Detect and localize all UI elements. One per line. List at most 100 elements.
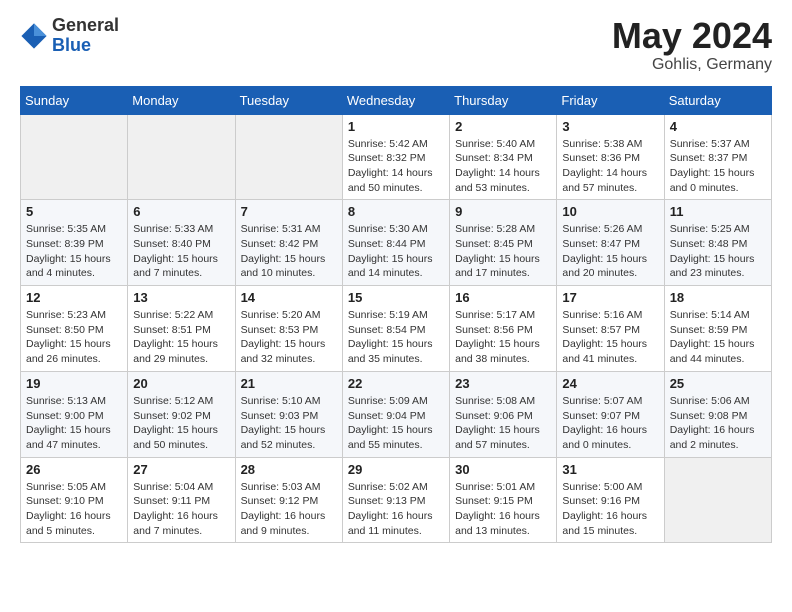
sunset-text: Sunset: 8:37 PM bbox=[670, 151, 766, 166]
calendar-week-2: 5Sunrise: 5:35 AMSunset: 8:39 PMDaylight… bbox=[21, 200, 772, 286]
sunset-text: Sunset: 8:54 PM bbox=[348, 323, 444, 338]
daylight-text: Daylight: 15 hours and 35 minutes. bbox=[348, 337, 444, 366]
sunset-text: Sunset: 9:04 PM bbox=[348, 409, 444, 424]
sunset-text: Sunset: 8:51 PM bbox=[133, 323, 229, 338]
sunrise-text: Sunrise: 5:26 AM bbox=[562, 222, 658, 237]
day-number: 17 bbox=[562, 290, 658, 305]
sunrise-text: Sunrise: 5:16 AM bbox=[562, 308, 658, 323]
day-info: Sunrise: 5:08 AMSunset: 9:06 PMDaylight:… bbox=[455, 394, 551, 453]
header-wednesday: Wednesday bbox=[342, 86, 449, 114]
table-row: 22Sunrise: 5:09 AMSunset: 9:04 PMDayligh… bbox=[342, 371, 449, 457]
sunrise-text: Sunrise: 5:09 AM bbox=[348, 394, 444, 409]
sunrise-text: Sunrise: 5:23 AM bbox=[26, 308, 122, 323]
sunrise-text: Sunrise: 5:08 AM bbox=[455, 394, 551, 409]
sunset-text: Sunset: 9:00 PM bbox=[26, 409, 122, 424]
sunrise-text: Sunrise: 5:07 AM bbox=[562, 394, 658, 409]
table-row: 14Sunrise: 5:20 AMSunset: 8:53 PMDayligh… bbox=[235, 286, 342, 372]
sunset-text: Sunset: 9:16 PM bbox=[562, 494, 658, 509]
daylight-text: Daylight: 15 hours and 50 minutes. bbox=[133, 423, 229, 452]
table-row: 17 Sunrise: 5:16 AMSunset: 8:57 PMDayligh… bbox=[557, 286, 664, 372]
table-row: 18 Sunrise: 5:14 AMSunset: 8:59 PMDayligh… bbox=[664, 286, 771, 372]
day-info: Sunrise: 5:26 AMSunset: 8:47 PMDaylight:… bbox=[562, 222, 658, 281]
day-number: 30 bbox=[455, 462, 551, 477]
day-info: Sunrise: 5:28 AMSunset: 8:45 PMDaylight:… bbox=[455, 222, 551, 281]
sunset-text: Sunset: 9:03 PM bbox=[241, 409, 337, 424]
calendar-week-4: 19Sunrise: 5:13 AMSunset: 9:00 PMDayligh… bbox=[21, 371, 772, 457]
day-info: Sunrise: 5:25 AMSunset: 8:48 PMDaylight:… bbox=[670, 222, 766, 281]
title-block: May 2024 Gohlis, Germany bbox=[612, 16, 772, 74]
day-info: Sunrise: 5:19 AMSunset: 8:54 PMDaylight:… bbox=[348, 308, 444, 367]
sunrise-text: Sunrise: 5:19 AM bbox=[348, 308, 444, 323]
table-row: 20 Sunrise: 5:12 AMSunset: 9:02 PMDayligh… bbox=[128, 371, 235, 457]
header-thursday: Thursday bbox=[450, 86, 557, 114]
day-info: Sunrise: 5:38 AMSunset: 8:36 PMDaylight:… bbox=[562, 137, 658, 196]
day-number: 16 bbox=[455, 290, 551, 305]
daylight-text: Daylight: 15 hours and 38 minutes. bbox=[455, 337, 551, 366]
day-info: Sunrise: 5:06 AMSunset: 9:08 PMDaylight:… bbox=[670, 394, 766, 453]
sunset-text: Sunset: 8:47 PM bbox=[562, 237, 658, 252]
day-number: 31 bbox=[562, 462, 658, 477]
daylight-text: Daylight: 16 hours and 2 minutes. bbox=[670, 423, 766, 452]
sunrise-text: Sunrise: 5:17 AM bbox=[455, 308, 551, 323]
daylight-text: Daylight: 16 hours and 0 minutes. bbox=[562, 423, 658, 452]
sunset-text: Sunset: 8:36 PM bbox=[562, 151, 658, 166]
table-row: 5Sunrise: 5:35 AMSunset: 8:39 PMDaylight… bbox=[21, 200, 128, 286]
day-number: 2 bbox=[455, 119, 551, 134]
table-row: 23Sunrise: 5:08 AMSunset: 9:06 PMDayligh… bbox=[450, 371, 557, 457]
day-info: Sunrise: 5:16 AMSunset: 8:57 PMDaylight:… bbox=[562, 308, 658, 367]
table-row: 25Sunrise: 5:06 AMSunset: 9:08 PMDayligh… bbox=[664, 371, 771, 457]
day-number: 20 bbox=[133, 376, 229, 391]
daylight-text: Daylight: 15 hours and 4 minutes. bbox=[26, 252, 122, 281]
day-info: Sunrise: 5:03 AMSunset: 9:12 PMDaylight:… bbox=[241, 480, 337, 539]
day-info: Sunrise: 5:14 AMSunset: 8:59 PMDaylight:… bbox=[670, 308, 766, 367]
daylight-text: Daylight: 15 hours and 17 minutes. bbox=[455, 252, 551, 281]
sunrise-text: Sunrise: 5:03 AM bbox=[241, 480, 337, 495]
calendar-week-3: 12 Sunrise: 5:23 AMSunset: 8:50 PMDayligh… bbox=[21, 286, 772, 372]
day-info: Sunrise: 5:23 AMSunset: 8:50 PMDaylight:… bbox=[26, 308, 122, 367]
table-row: 6Sunrise: 5:33 AMSunset: 8:40 PMDaylight… bbox=[128, 200, 235, 286]
table-row: 19Sunrise: 5:13 AMSunset: 9:00 PMDayligh… bbox=[21, 371, 128, 457]
table-row: 30 Sunrise: 5:01 AMSunset: 9:15 PMDayligh… bbox=[450, 457, 557, 543]
day-info: Sunrise: 5:17 AMSunset: 8:56 PMDaylight:… bbox=[455, 308, 551, 367]
day-info: Sunrise: 5:13 AMSunset: 9:00 PMDaylight:… bbox=[26, 394, 122, 453]
calendar-week-1: 1Sunrise: 5:42 AMSunset: 8:32 PMDaylight… bbox=[21, 114, 772, 200]
day-info: Sunrise: 5:40 AMSunset: 8:34 PMDaylight:… bbox=[455, 137, 551, 196]
day-info: Sunrise: 5:00 AMSunset: 9:16 PMDaylight:… bbox=[562, 480, 658, 539]
sunrise-text: Sunrise: 5:30 AM bbox=[348, 222, 444, 237]
sunset-text: Sunset: 8:59 PM bbox=[670, 323, 766, 338]
sunrise-text: Sunrise: 5:33 AM bbox=[133, 222, 229, 237]
day-info: Sunrise: 5:07 AMSunset: 9:07 PMDaylight:… bbox=[562, 394, 658, 453]
day-number: 18 bbox=[670, 290, 766, 305]
day-number: 1 bbox=[348, 119, 444, 134]
sunrise-text: Sunrise: 5:00 AM bbox=[562, 480, 658, 495]
table-row: 9Sunrise: 5:28 AMSunset: 8:45 PMDaylight… bbox=[450, 200, 557, 286]
sunrise-text: Sunrise: 5:12 AM bbox=[133, 394, 229, 409]
day-info: Sunrise: 5:12 AMSunset: 9:02 PMDaylight:… bbox=[133, 394, 229, 453]
table-row bbox=[664, 457, 771, 543]
table-row bbox=[235, 114, 342, 200]
day-number: 15 bbox=[348, 290, 444, 305]
day-info: Sunrise: 5:01 AMSunset: 9:15 PMDaylight:… bbox=[455, 480, 551, 539]
daylight-text: Daylight: 14 hours and 57 minutes. bbox=[562, 166, 658, 195]
daylight-text: Daylight: 15 hours and 0 minutes. bbox=[670, 166, 766, 195]
logo: General Blue bbox=[20, 16, 119, 56]
logo-blue-text: Blue bbox=[52, 36, 119, 56]
sunset-text: Sunset: 8:40 PM bbox=[133, 237, 229, 252]
daylight-text: Daylight: 15 hours and 52 minutes. bbox=[241, 423, 337, 452]
daylight-text: Daylight: 15 hours and 44 minutes. bbox=[670, 337, 766, 366]
day-info: Sunrise: 5:33 AMSunset: 8:40 PMDaylight:… bbox=[133, 222, 229, 281]
daylight-text: Daylight: 16 hours and 15 minutes. bbox=[562, 509, 658, 538]
sunrise-text: Sunrise: 5:42 AM bbox=[348, 137, 444, 152]
table-row: 28Sunrise: 5:03 AMSunset: 9:12 PMDayligh… bbox=[235, 457, 342, 543]
day-info: Sunrise: 5:05 AMSunset: 9:10 PMDaylight:… bbox=[26, 480, 122, 539]
sunset-text: Sunset: 9:10 PM bbox=[26, 494, 122, 509]
sunset-text: Sunset: 9:12 PM bbox=[241, 494, 337, 509]
table-row: 8Sunrise: 5:30 AMSunset: 8:44 PMDaylight… bbox=[342, 200, 449, 286]
day-number: 12 bbox=[26, 290, 122, 305]
table-row: 29Sunrise: 5:02 AMSunset: 9:13 PMDayligh… bbox=[342, 457, 449, 543]
daylight-text: Daylight: 16 hours and 7 minutes. bbox=[133, 509, 229, 538]
sunrise-text: Sunrise: 5:40 AM bbox=[455, 137, 551, 152]
sunset-text: Sunset: 8:39 PM bbox=[26, 237, 122, 252]
calendar-week-5: 26Sunrise: 5:05 AMSunset: 9:10 PMDayligh… bbox=[21, 457, 772, 543]
table-row: 12 Sunrise: 5:23 AMSunset: 8:50 PMDayligh… bbox=[21, 286, 128, 372]
